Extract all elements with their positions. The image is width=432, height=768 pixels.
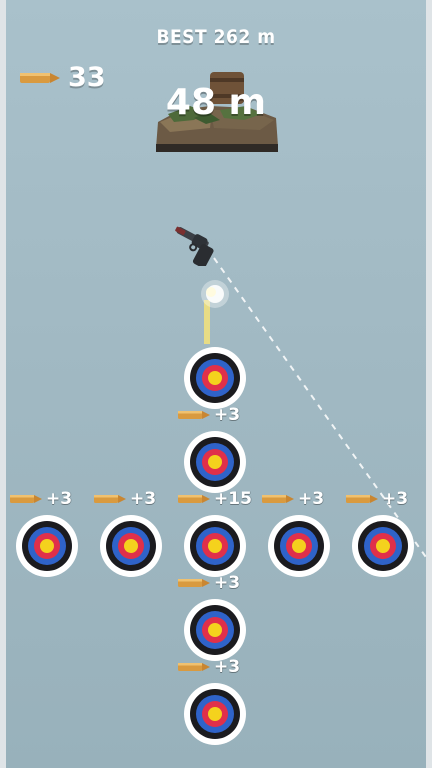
ammo-bonus: +3 xyxy=(346,489,408,509)
bonus-value: +3 xyxy=(382,489,409,509)
revolver-icon[interactable] xyxy=(168,226,222,266)
ammo-bonus: +15 xyxy=(178,489,252,509)
target[interactable] xyxy=(16,515,78,577)
bullet-icon xyxy=(10,495,42,503)
bonus-value: +3 xyxy=(214,657,241,677)
bullseye-target-icon xyxy=(184,347,246,409)
bullet-icon xyxy=(178,579,210,587)
target[interactable] xyxy=(184,515,246,577)
target[interactable] xyxy=(184,599,246,661)
target[interactable] xyxy=(184,683,246,745)
ammo-bonus: +3 xyxy=(262,489,324,509)
target[interactable] xyxy=(268,515,330,577)
muzzle-flash xyxy=(201,280,229,308)
bullseye-target-icon xyxy=(184,683,246,745)
ammo-bonus: +3 xyxy=(10,489,72,509)
target[interactable] xyxy=(352,515,414,577)
bonus-value: +3 xyxy=(46,489,73,509)
bonus-value: +15 xyxy=(214,489,252,509)
bonus-value: +3 xyxy=(130,489,157,509)
bullseye-target-icon xyxy=(352,515,414,577)
bullseye-target-icon xyxy=(184,431,246,493)
ammo-bonus: +3 xyxy=(178,405,240,425)
target[interactable] xyxy=(184,431,246,493)
ammo-bonus: +3 xyxy=(178,657,240,677)
target[interactable] xyxy=(184,347,246,409)
bullseye-target-icon xyxy=(268,515,330,577)
bullseye-target-icon xyxy=(16,515,78,577)
bullet-icon xyxy=(178,495,210,503)
bullet-icon xyxy=(178,411,210,419)
target[interactable] xyxy=(100,515,162,577)
bullet-icon xyxy=(94,495,126,503)
current-distance: 48 m xyxy=(165,82,267,123)
bonus-value: +3 xyxy=(298,489,325,509)
bonus-value: +3 xyxy=(214,405,241,425)
bullet-icon xyxy=(346,495,378,503)
bullet-icon xyxy=(178,663,210,671)
bullseye-target-icon xyxy=(184,599,246,661)
bullseye-target-icon xyxy=(184,515,246,577)
ammo-bonus: +3 xyxy=(94,489,156,509)
bullet-icon xyxy=(262,495,294,503)
bonus-value: +3 xyxy=(214,573,241,593)
bullseye-target-icon xyxy=(100,515,162,577)
ammo-bonus: +3 xyxy=(178,573,240,593)
